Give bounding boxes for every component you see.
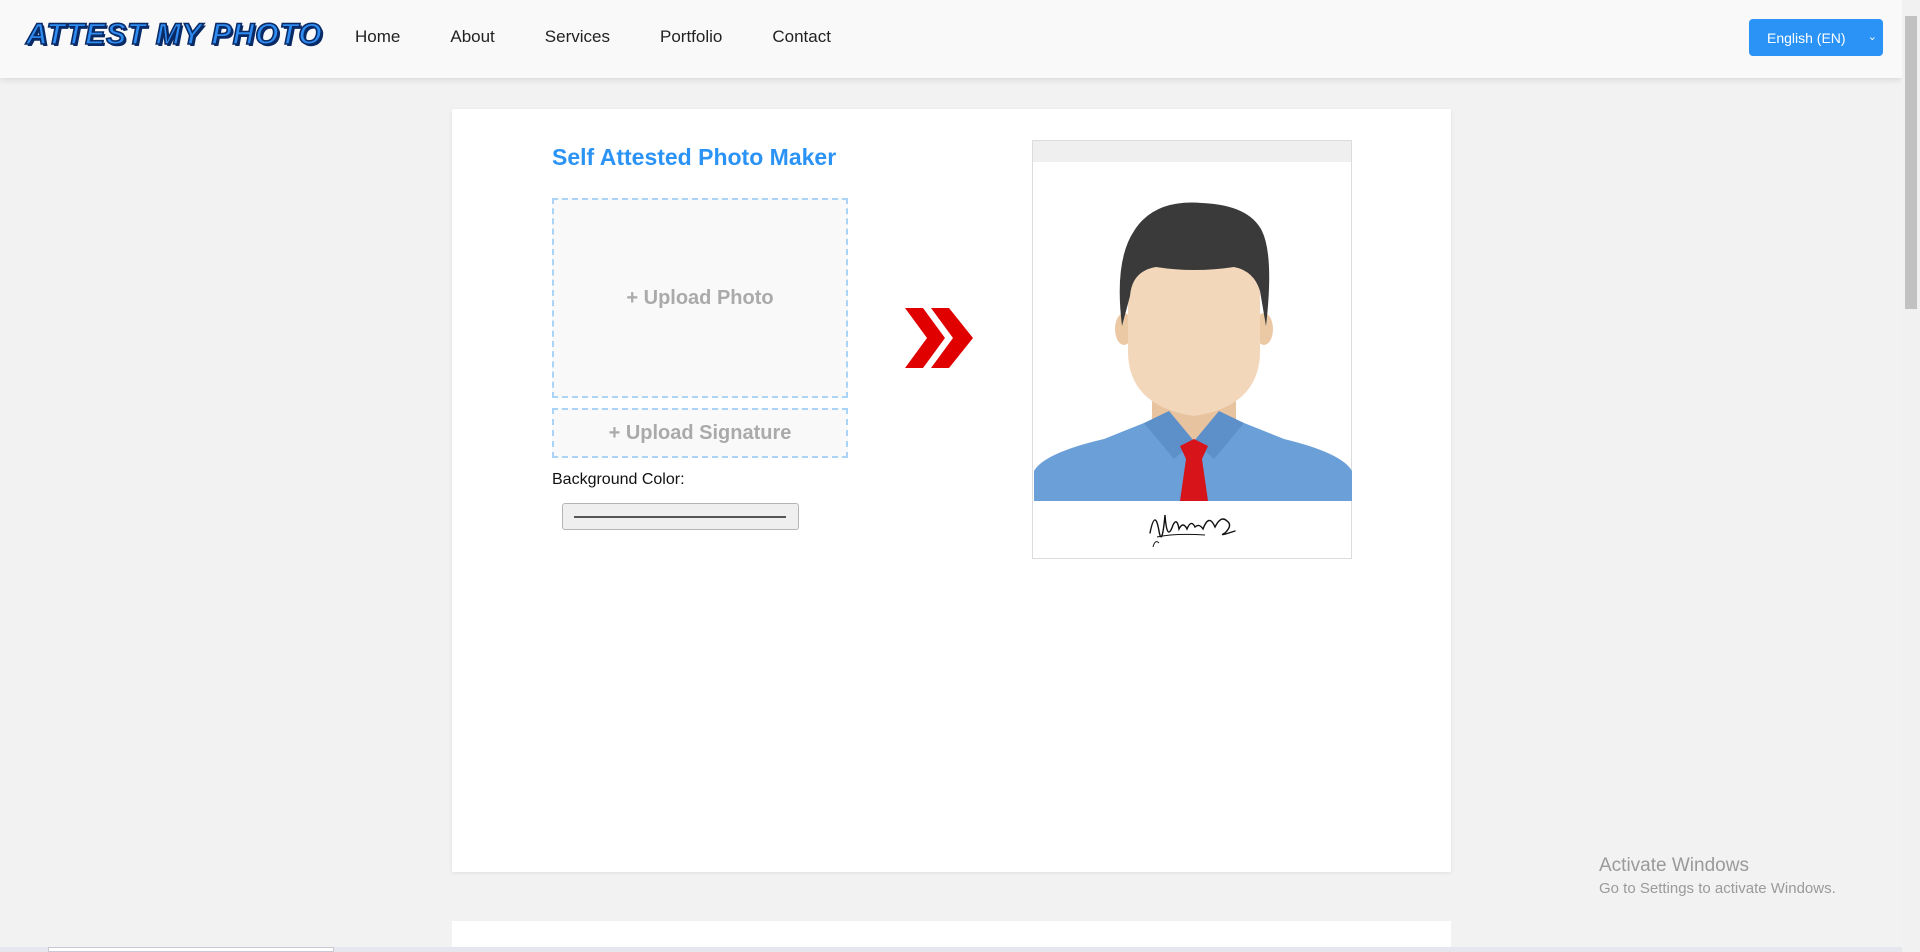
preview-top-bar <box>1033 141 1351 162</box>
scrollbar-thumb[interactable] <box>1905 16 1917 309</box>
bottom-taskbar-strip <box>0 947 1902 952</box>
signature-sample <box>1149 514 1236 548</box>
double-chevron-right-icon <box>905 308 973 368</box>
taskbar-tab[interactable] <box>48 947 334 952</box>
photo-preview <box>1032 140 1352 559</box>
nav-about[interactable]: About <box>450 27 494 47</box>
language-select[interactable]: English (EN) ⌄ <box>1749 19 1883 56</box>
site-logo[interactable]: ATTEST MY PHOTO <box>25 17 323 52</box>
nav-home[interactable]: Home <box>355 27 400 47</box>
main-nav: Home About Services Portfolio Contact <box>355 27 881 47</box>
nav-contact[interactable]: Contact <box>772 27 831 47</box>
background-color-label: Background Color: <box>552 471 685 488</box>
windows-activation-title: Activate Windows <box>1599 855 1749 876</box>
nav-services[interactable]: Services <box>545 27 610 47</box>
windows-activation-subtitle: Go to Settings to activate Windows. <box>1599 880 1836 897</box>
avatar-placeholder-icon <box>1034 202 1352 501</box>
language-selected-value: English (EN) <box>1767 29 1846 46</box>
upload-photo-label: + Upload Photo <box>626 286 774 309</box>
chevron-down-icon: ⌄ <box>1867 31 1877 43</box>
background-color-picker[interactable] <box>562 503 799 530</box>
upload-signature-dropzone[interactable]: + Upload Signature <box>552 408 848 458</box>
page-title: Self Attested Photo Maker <box>552 144 837 170</box>
upload-signature-label: + Upload Signature <box>608 421 792 444</box>
upload-photo-dropzone[interactable]: + Upload Photo <box>552 198 848 398</box>
color-swatch <box>574 516 786 518</box>
top-navbar: ATTEST MY PHOTO Home About Services Port… <box>0 0 1902 78</box>
nav-portfolio[interactable]: Portfolio <box>660 27 722 47</box>
